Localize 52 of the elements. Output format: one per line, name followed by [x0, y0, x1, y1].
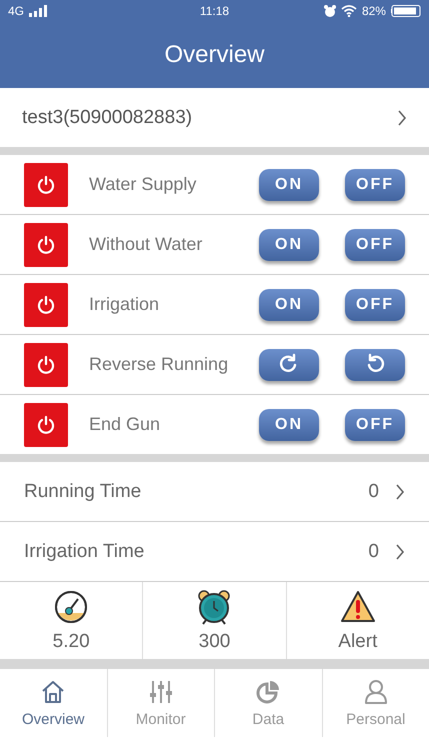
off-button[interactable]: OFF [345, 408, 405, 440]
time-value: 0 [368, 480, 379, 502]
stat-value: 300 [198, 630, 230, 652]
power-button[interactable] [24, 402, 68, 446]
control-label: Reverse Running [89, 354, 230, 375]
control-label: Without Water [89, 234, 204, 255]
control-label: Irrigation [89, 294, 160, 315]
rotate-counterclockwise-button[interactable] [345, 348, 405, 380]
on-button[interactable]: ON [259, 408, 319, 440]
off-button[interactable]: OFF [345, 288, 405, 320]
chevron-icon [395, 482, 405, 500]
time-label: Running Time [24, 480, 142, 502]
rotate-clockwise-button[interactable] [259, 348, 319, 380]
time-row[interactable]: Running Time 0 [0, 462, 429, 522]
power-icon [36, 414, 56, 434]
device-name: test3(50900082883) [22, 106, 192, 128]
signal-icon [29, 5, 48, 17]
power-icon [36, 234, 56, 254]
power-button[interactable] [24, 342, 68, 386]
off-button[interactable]: OFF [345, 228, 405, 260]
chevron-icon [395, 542, 405, 560]
pie-chart-icon [255, 678, 282, 704]
control-label: Water Supply [89, 174, 198, 195]
power-icon [36, 354, 56, 374]
stat-value: 5.20 [52, 630, 90, 652]
sliders-icon [148, 678, 174, 704]
on-button[interactable]: ON [259, 168, 319, 200]
control-label: End Gun [89, 414, 162, 435]
power-button[interactable] [24, 222, 68, 266]
network-label: 4G [8, 4, 24, 18]
person-icon [362, 678, 389, 704]
on-button[interactable]: ON [259, 228, 319, 260]
stat-value: Alert [338, 630, 378, 652]
gauge-icon [53, 588, 90, 624]
power-icon [36, 294, 56, 314]
power-button[interactable] [24, 162, 68, 206]
alarm-clock-icon [196, 588, 232, 624]
power-icon [36, 174, 56, 194]
page-title: Overview [163, 40, 266, 70]
power-button[interactable] [24, 282, 68, 326]
off-button[interactable]: OFF [345, 168, 405, 200]
on-button[interactable]: ON [259, 288, 319, 320]
battery-percent: 82% [362, 4, 386, 18]
home-icon [40, 678, 66, 704]
time-row[interactable]: Irrigation Time 0 [0, 522, 429, 582]
wifi-icon [340, 5, 357, 17]
warning-icon [340, 588, 376, 624]
status-time: 11:18 [200, 4, 230, 18]
time-label: Irrigation Time [24, 540, 146, 562]
time-value: 0 [368, 540, 379, 562]
battery-icon [390, 5, 421, 17]
chevron-icon [397, 108, 407, 126]
